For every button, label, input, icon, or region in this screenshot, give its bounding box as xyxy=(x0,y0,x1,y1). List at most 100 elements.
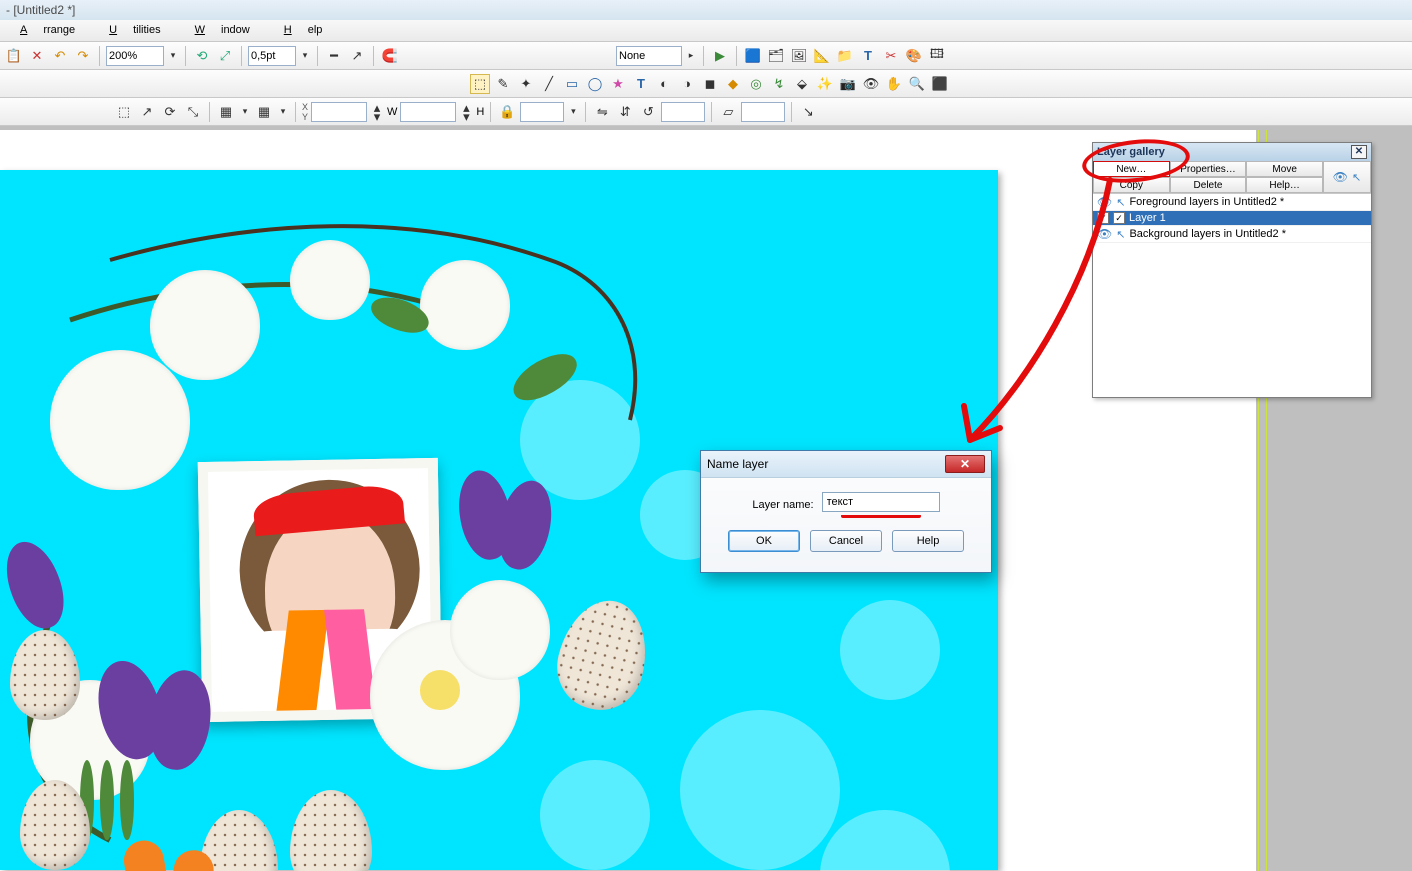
ribbon-pink xyxy=(324,609,379,722)
menu-help[interactable]: Help xyxy=(268,22,339,39)
transparency-tool-icon[interactable]: ◑ xyxy=(677,74,697,94)
apply-icon[interactable]: ↘ xyxy=(798,102,818,122)
ellipse-tool-icon[interactable]: ◯ xyxy=(585,74,605,94)
help-button[interactable]: Help xyxy=(892,530,964,552)
zoom-prev-icon[interactable]: ⟲ xyxy=(192,46,212,66)
stroke-width-select[interactable] xyxy=(248,46,296,66)
frame-gallery-icon[interactable]: 🖽 xyxy=(927,46,947,66)
zoom-fit-icon[interactable]: ⤢ xyxy=(215,46,235,66)
delete-icon[interactable]: ✕ xyxy=(27,46,47,66)
rectangle-tool-icon[interactable]: ▭ xyxy=(562,74,582,94)
dialog-titlebar[interactable]: Name layer ✕ xyxy=(701,451,991,478)
layer-copy-button[interactable]: Copy xyxy=(1093,177,1170,193)
editable-checkbox[interactable]: ✓ xyxy=(1113,212,1125,224)
pos-x-input[interactable] xyxy=(311,102,367,122)
arrow-icon[interactable]: ↖ xyxy=(1116,228,1125,241)
profile-dropdown-icon[interactable]: ▸ xyxy=(685,46,697,66)
layer-group-background[interactable]: 👁 ↖ Background layers in Untitled2 * xyxy=(1093,226,1371,243)
line-tool-icon[interactable]: ╱ xyxy=(539,74,559,94)
angle-input[interactable] xyxy=(661,102,705,122)
liveeffect-tool-icon[interactable]: ✨ xyxy=(815,74,835,94)
text-tool-icon[interactable]: T xyxy=(631,74,651,94)
flip-h-icon[interactable]: ⇋ xyxy=(592,102,612,122)
lock-aspect-icon[interactable]: 🔒 xyxy=(497,102,517,122)
mould-tool-icon[interactable]: ⬙ xyxy=(792,74,812,94)
push-tool-icon[interactable]: ✋ xyxy=(884,74,904,94)
skew-input[interactable] xyxy=(741,102,785,122)
grid1-dropdown-icon[interactable]: ▾ xyxy=(239,102,251,122)
grid1-icon[interactable]: ▦ xyxy=(216,102,236,122)
layer-group-foreground[interactable]: 👁 ↖ Foreground layers in Untitled2 * xyxy=(1093,194,1371,211)
menu-utilities[interactable]: Utilities xyxy=(93,22,176,39)
layer-help-button[interactable]: Help… xyxy=(1246,177,1323,193)
layer-delete-button[interactable]: Delete xyxy=(1170,177,1247,193)
width-input[interactable] xyxy=(400,102,456,122)
canvas[interactable] xyxy=(0,130,1256,871)
dialog-close-button[interactable]: ✕ xyxy=(945,455,985,473)
paste-icon[interactable]: 📋 xyxy=(4,46,24,66)
play-icon[interactable]: ▶ xyxy=(710,46,730,66)
profile-select[interactable] xyxy=(616,46,682,66)
extrude-tool-icon[interactable]: ⬛ xyxy=(930,74,950,94)
rotate-handles-icon[interactable]: ⟳ xyxy=(160,102,180,122)
layer-move-button[interactable]: Move xyxy=(1246,161,1323,177)
menu-arrange[interactable]: Arrange xyxy=(4,22,91,39)
arrow-style-icon[interactable]: ↗ xyxy=(347,46,367,66)
rotate-ccw-icon[interactable]: ↺ xyxy=(638,102,658,122)
selector-tool-icon[interactable]: ⬚ xyxy=(470,74,490,94)
menu-window[interactable]: Window xyxy=(179,22,266,39)
flip-v-icon[interactable]: ⇵ xyxy=(615,102,635,122)
visible-column-icon[interactable]: 👁 xyxy=(1333,170,1348,184)
arrow-icon[interactable]: ↖ xyxy=(1116,196,1125,209)
w-spin-down-icon[interactable]: ▾ xyxy=(459,112,473,121)
scale-handles-icon[interactable]: ⤡ xyxy=(183,102,203,122)
fill-gallery-icon[interactable]: 🎨 xyxy=(904,46,924,66)
layer-gallery-titlebar[interactable]: Layer gallery ✕ xyxy=(1093,143,1371,161)
bevel-tool-icon[interactable]: ◆ xyxy=(723,74,743,94)
ok-button[interactable]: OK xyxy=(728,530,800,552)
layer-name-input[interactable] xyxy=(822,492,940,512)
blend-tool-icon[interactable]: ↯ xyxy=(769,74,789,94)
layer-new-button[interactable]: New… xyxy=(1093,161,1170,177)
visible-checkbox[interactable]: ✓ xyxy=(1097,212,1109,224)
bitmap-gallery-icon[interactable]: 🖼 xyxy=(789,46,809,66)
cancel-button[interactable]: Cancel xyxy=(810,530,882,552)
line-style-icon[interactable]: ━ xyxy=(324,46,344,66)
quickshape-tool-icon[interactable]: ★ xyxy=(608,74,628,94)
toolbar-main: 📋 ✕ ↶ ↷ ▾ ⟲ ⤢ ▾ ━ ↗ 🧲 ▸ ▶ 🟦 🗂 🖼 📐 📁 T ✂ … xyxy=(0,42,1412,70)
zoom-select[interactable] xyxy=(106,46,164,66)
color-gallery-icon[interactable]: 🟦 xyxy=(743,46,763,66)
shadow-tool-icon[interactable]: ◼ xyxy=(700,74,720,94)
fill-tool-icon[interactable]: ◐ xyxy=(654,74,674,94)
layer-gallery-close-button[interactable]: ✕ xyxy=(1351,145,1367,159)
skew-icon[interactable]: ▱ xyxy=(718,102,738,122)
layer-item-layer1[interactable]: ✓ ✓ Layer 1 xyxy=(1093,211,1371,226)
layer-properties-button[interactable]: Properties… xyxy=(1170,161,1247,177)
x-spin-down-icon[interactable]: ▾ xyxy=(370,112,384,121)
scale-dropdown-icon[interactable]: ▾ xyxy=(567,102,579,122)
eye-icon[interactable]: 👁 xyxy=(1097,195,1112,209)
redo-icon[interactable]: ↷ xyxy=(73,46,93,66)
snap-icon[interactable]: 🧲 xyxy=(380,46,400,66)
layer-gallery-icon[interactable]: 🗂 xyxy=(766,46,786,66)
designs-gallery-icon[interactable]: 📁 xyxy=(835,46,855,66)
select-bounds-icon[interactable]: ⬚ xyxy=(114,102,134,122)
freehand-tool-icon[interactable]: ✎ xyxy=(493,74,513,94)
eye-icon[interactable]: 👁 xyxy=(1097,227,1112,241)
zoom-dropdown-icon[interactable]: ▾ xyxy=(167,46,179,66)
edit-points-icon[interactable]: ↗ xyxy=(137,102,157,122)
grid2-dropdown-icon[interactable]: ▾ xyxy=(277,102,289,122)
zoom-tool-icon[interactable]: 🔍 xyxy=(907,74,927,94)
clipart-gallery-icon[interactable]: ✂ xyxy=(881,46,901,66)
contour-tool-icon[interactable]: ◎ xyxy=(746,74,766,94)
scale-input[interactable] xyxy=(520,102,564,122)
grid2-icon[interactable]: ▦ xyxy=(254,102,274,122)
line-gallery-icon[interactable]: 📐 xyxy=(812,46,832,66)
redeye-tool-icon[interactable]: 👁 xyxy=(861,74,881,94)
photo-tool-icon[interactable]: 📷 xyxy=(838,74,858,94)
font-gallery-icon[interactable]: T xyxy=(858,46,878,66)
editable-column-icon[interactable]: ↖ xyxy=(1352,171,1361,184)
shape-tool-icon[interactable]: ✦ xyxy=(516,74,536,94)
stroke-dropdown-icon[interactable]: ▾ xyxy=(299,46,311,66)
undo-icon[interactable]: ↶ xyxy=(50,46,70,66)
